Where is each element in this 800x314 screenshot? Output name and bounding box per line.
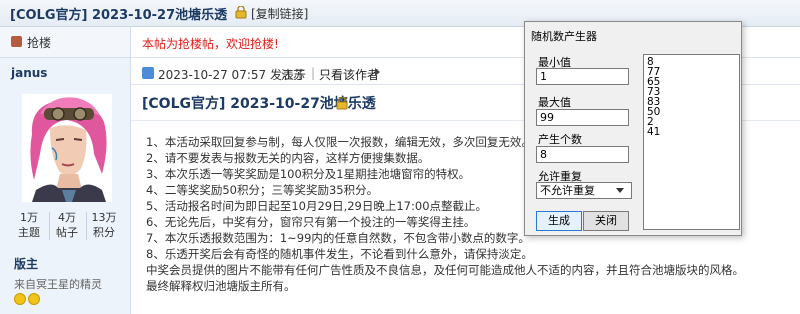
rule-line: 最终解释权归池塘版主所有。 <box>146 279 296 293</box>
rule-line: 4、二等奖奖励50积分；三等奖奖励35积分。 <box>146 183 379 197</box>
stat-points[interactable]: 13万 积分 <box>84 210 124 240</box>
arrow-right-icon <box>375 68 380 76</box>
lock-icon <box>235 6 247 19</box>
max-value-label: 最大值 <box>538 96 571 109</box>
generate-button[interactable]: 生成 <box>536 211 582 231</box>
min-value-input[interactable]: 1 <box>536 68 629 85</box>
copy-link-button[interactable]: [复制链接] <box>251 5 308 22</box>
rule-line: 6、无论先后，中奖有分，窗帘只有第一个投注的一等奖得主挂。 <box>146 215 476 229</box>
rule-line: 7、本次乐透报数范围为：1~99内的任意自然数，不包含带小数点的数字。 <box>146 231 530 245</box>
author-location-note: 来自冥王星的精灵 <box>14 278 102 291</box>
rule-line: 1、本活动采取回复参与制，每人仅限一次报数，编辑无效，多次回复无效。 <box>146 135 533 149</box>
author-role: 版主 <box>14 257 39 271</box>
lock-icon <box>336 97 348 110</box>
max-value-input[interactable]: 99 <box>536 109 629 126</box>
only-author-link[interactable]: 只看该作者 <box>319 66 379 83</box>
list-item: 41 <box>647 126 661 138</box>
rule-line: 中奖会员提供的图片不能带有任何广告性质及不良信息，及任何可能造成他人不适的内容，… <box>146 263 744 277</box>
user-icon <box>142 67 154 79</box>
chevron-down-icon[interactable] <box>616 188 624 193</box>
avatar[interactable] <box>22 94 112 202</box>
count-label: 产生个数 <box>538 133 582 146</box>
stat-posts-label: 帖子 <box>56 226 78 239</box>
stat-posts[interactable]: 4万 帖子 <box>47 210 87 240</box>
rule-line: 2、请不要发表与报数无关的内容，这样方便搜集数据。 <box>146 151 430 165</box>
post-location: 江苏 <box>281 68 306 82</box>
grab-floor-label[interactable]: 抢楼 <box>27 34 51 51</box>
stat-points-label: 积分 <box>93 226 115 239</box>
grab-floor-notice: 本帖为抢楼帖，欢迎抢楼! <box>142 37 279 51</box>
grab-floor-icon <box>11 36 22 47</box>
dialog-title: 随机数产生器 <box>531 30 597 43</box>
smiley-icon <box>28 293 40 305</box>
smiley-icon <box>14 293 26 305</box>
meta-separator: | <box>311 66 316 80</box>
count-input[interactable]: 8 <box>536 146 629 163</box>
rule-line: 5、活动报名时间为即日起至10月29日,29日晚上17:00点整截止。 <box>146 199 488 213</box>
stat-points-value: 13万 <box>91 211 117 224</box>
rule-line: 3、本次乐透一等奖奖励是100积分及1星期挂池塘窗帘的特权。 <box>146 167 471 181</box>
stat-topics-value: 1万 <box>20 211 38 224</box>
rule-line: 8、乐透开奖后会有奇怪的随机事件发生，不论看到什么意外，请保持淡定。 <box>146 247 533 261</box>
stat-posts-value: 4万 <box>58 211 76 224</box>
stat-topics[interactable]: 1万 主题 <box>9 210 49 240</box>
thread-title: [COLG官方] 2023-10-27池塘乐透 <box>10 8 228 23</box>
author-name[interactable]: janus <box>11 66 47 80</box>
stat-topics-label: 主题 <box>18 226 40 239</box>
close-button[interactable]: 关闭 <box>583 211 629 231</box>
